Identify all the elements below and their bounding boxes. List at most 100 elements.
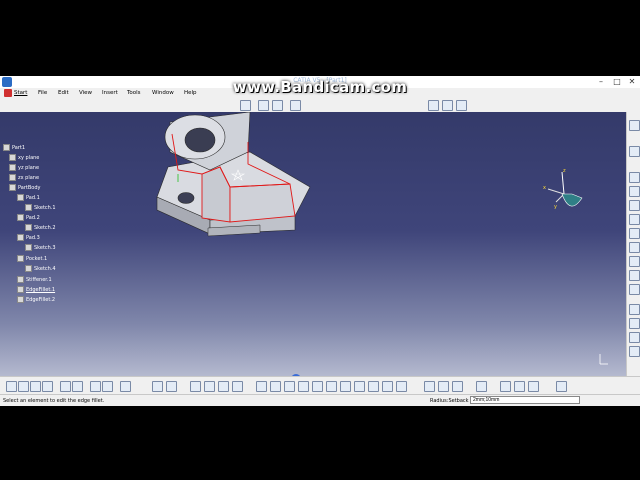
constraint-icon[interactable] bbox=[424, 381, 435, 392]
draft-tool-icon[interactable] bbox=[629, 332, 640, 343]
compass-icon[interactable]: x y z bbox=[542, 168, 592, 218]
tree-node-edgefillet1[interactable]: EdgeFillet.1 bbox=[17, 286, 55, 293]
pad-tool-icon[interactable] bbox=[629, 146, 640, 157]
copy-icon[interactable] bbox=[72, 381, 83, 392]
sketch-icon bbox=[25, 244, 32, 251]
compass-label-z: z bbox=[563, 168, 566, 174]
tree-node-pad2[interactable]: Pad.2 bbox=[17, 214, 40, 221]
body-insert-icon[interactable] bbox=[452, 381, 463, 392]
specification-tree: Part1 xy plane yz plane zx plane PartBod… bbox=[3, 144, 83, 344]
sketch-icon bbox=[25, 265, 32, 272]
part-model[interactable] bbox=[150, 112, 320, 262]
fillet-tool-icon[interactable] bbox=[629, 270, 640, 281]
sketch-icon[interactable] bbox=[258, 100, 269, 111]
tree-node-sketch1[interactable]: Sketch.1 bbox=[25, 204, 56, 211]
pan-icon[interactable] bbox=[284, 381, 295, 392]
pad-icon bbox=[17, 214, 24, 221]
save-icon[interactable] bbox=[30, 381, 41, 392]
tree-node-sketch4[interactable]: Sketch.4 bbox=[25, 265, 56, 272]
pad-icon bbox=[17, 194, 24, 201]
body-icon bbox=[9, 184, 16, 191]
analysis-tool-icon[interactable] bbox=[476, 381, 487, 392]
grid-icon[interactable] bbox=[272, 100, 283, 111]
cut-icon[interactable] bbox=[60, 381, 71, 392]
tree-node-xy-plane[interactable]: xy plane bbox=[9, 154, 39, 161]
pocket-icon bbox=[17, 255, 24, 262]
compass-x-axis bbox=[547, 188, 565, 195]
tree-node-edgefillet2[interactable]: EdgeFillet.2 bbox=[17, 296, 55, 303]
redo-icon[interactable] bbox=[102, 381, 113, 392]
redo-more-icon[interactable] bbox=[120, 381, 131, 392]
swap-space-icon[interactable] bbox=[396, 381, 407, 392]
fillet-icon bbox=[17, 296, 24, 303]
slot-tool-icon[interactable] bbox=[629, 228, 640, 239]
tree-node-yz-plane[interactable]: yz plane bbox=[9, 164, 39, 171]
normal-view-icon[interactable] bbox=[340, 381, 351, 392]
rib-tool-icon[interactable] bbox=[629, 214, 640, 225]
axis-triad-icon bbox=[599, 354, 608, 365]
stiffener-side bbox=[229, 183, 296, 223]
pad-icon bbox=[17, 234, 24, 241]
measure-icon[interactable] bbox=[218, 381, 229, 392]
3d-viewport[interactable]: Part1 xy plane yz plane zx plane PartBod… bbox=[0, 112, 626, 376]
print-icon[interactable] bbox=[42, 381, 53, 392]
top-toolbar bbox=[0, 98, 640, 113]
right-toolbar bbox=[626, 112, 640, 376]
thickness-tool-icon[interactable] bbox=[629, 318, 640, 329]
shading-icon[interactable] bbox=[368, 381, 379, 392]
radius-setback-input[interactable] bbox=[470, 396, 580, 404]
hide-show-icon[interactable] bbox=[382, 381, 393, 392]
chamfer-tool-icon[interactable] bbox=[629, 284, 640, 295]
tree-node-pad3[interactable]: Pad.3 bbox=[17, 234, 40, 241]
undo-icon[interactable] bbox=[90, 381, 101, 392]
hole-tool-icon[interactable] bbox=[629, 200, 640, 211]
update-icon[interactable] bbox=[204, 381, 215, 392]
stiffener-tool-icon[interactable] bbox=[629, 242, 640, 253]
tree-node-zx-plane[interactable]: zx plane bbox=[9, 174, 39, 181]
shaft-tool-icon[interactable] bbox=[629, 186, 640, 197]
mirror-tool-icon[interactable] bbox=[629, 346, 640, 357]
boss-hole bbox=[184, 127, 216, 153]
compass-plane bbox=[561, 193, 583, 207]
help-icon[interactable] bbox=[166, 381, 177, 392]
plane-icon bbox=[9, 174, 16, 181]
pocket-tool-icon[interactable] bbox=[629, 172, 640, 183]
apply-material-icon[interactable] bbox=[232, 381, 243, 392]
tree-node-stiffener1[interactable]: Stiffener.1 bbox=[17, 276, 52, 283]
tree-node-sketch3[interactable]: Sketch.3 bbox=[25, 244, 56, 251]
catalog-icon[interactable] bbox=[190, 381, 201, 392]
formula-icon[interactable] bbox=[152, 381, 163, 392]
tree-node-pad1[interactable]: Pad.1 bbox=[17, 194, 40, 201]
stiffener-icon bbox=[17, 276, 24, 283]
sketcher-icon[interactable] bbox=[629, 120, 640, 131]
tree-node-sketch2[interactable]: Sketch.2 bbox=[25, 224, 56, 231]
iso-view-icon[interactable] bbox=[354, 381, 365, 392]
tree-node-part1[interactable]: Part1 bbox=[3, 144, 25, 151]
rule-icon[interactable] bbox=[514, 381, 525, 392]
table-icon[interactable] bbox=[556, 381, 567, 392]
point-icon[interactable] bbox=[428, 100, 439, 111]
bottom-toolbar bbox=[0, 376, 640, 395]
fly-mode-icon[interactable] bbox=[256, 381, 267, 392]
fillet-icon bbox=[17, 286, 24, 293]
fit-all-icon[interactable] bbox=[270, 381, 281, 392]
tree-node-partbody[interactable]: PartBody bbox=[9, 184, 41, 191]
compass-z-axis bbox=[561, 171, 565, 195]
tree-node-pocket1[interactable]: Pocket.1 bbox=[17, 255, 47, 262]
shell-tool-icon[interactable] bbox=[629, 304, 640, 315]
check-icon[interactable] bbox=[528, 381, 539, 392]
radius-setback-label: Radius:Setback bbox=[430, 398, 469, 404]
open-icon[interactable] bbox=[18, 381, 29, 392]
new-icon[interactable] bbox=[6, 381, 17, 392]
loft-tool-icon[interactable] bbox=[629, 256, 640, 267]
select-icon[interactable] bbox=[240, 100, 251, 111]
knowledge-icon[interactable] bbox=[500, 381, 511, 392]
plane-icon[interactable] bbox=[456, 100, 467, 111]
zoom-in-icon[interactable] bbox=[312, 381, 323, 392]
zoom-out-icon[interactable] bbox=[326, 381, 337, 392]
boolean-icon[interactable] bbox=[438, 381, 449, 392]
rotate-icon[interactable] bbox=[298, 381, 309, 392]
analysis-icon[interactable] bbox=[290, 100, 301, 111]
line-icon[interactable] bbox=[442, 100, 453, 111]
part-icon bbox=[3, 144, 10, 151]
